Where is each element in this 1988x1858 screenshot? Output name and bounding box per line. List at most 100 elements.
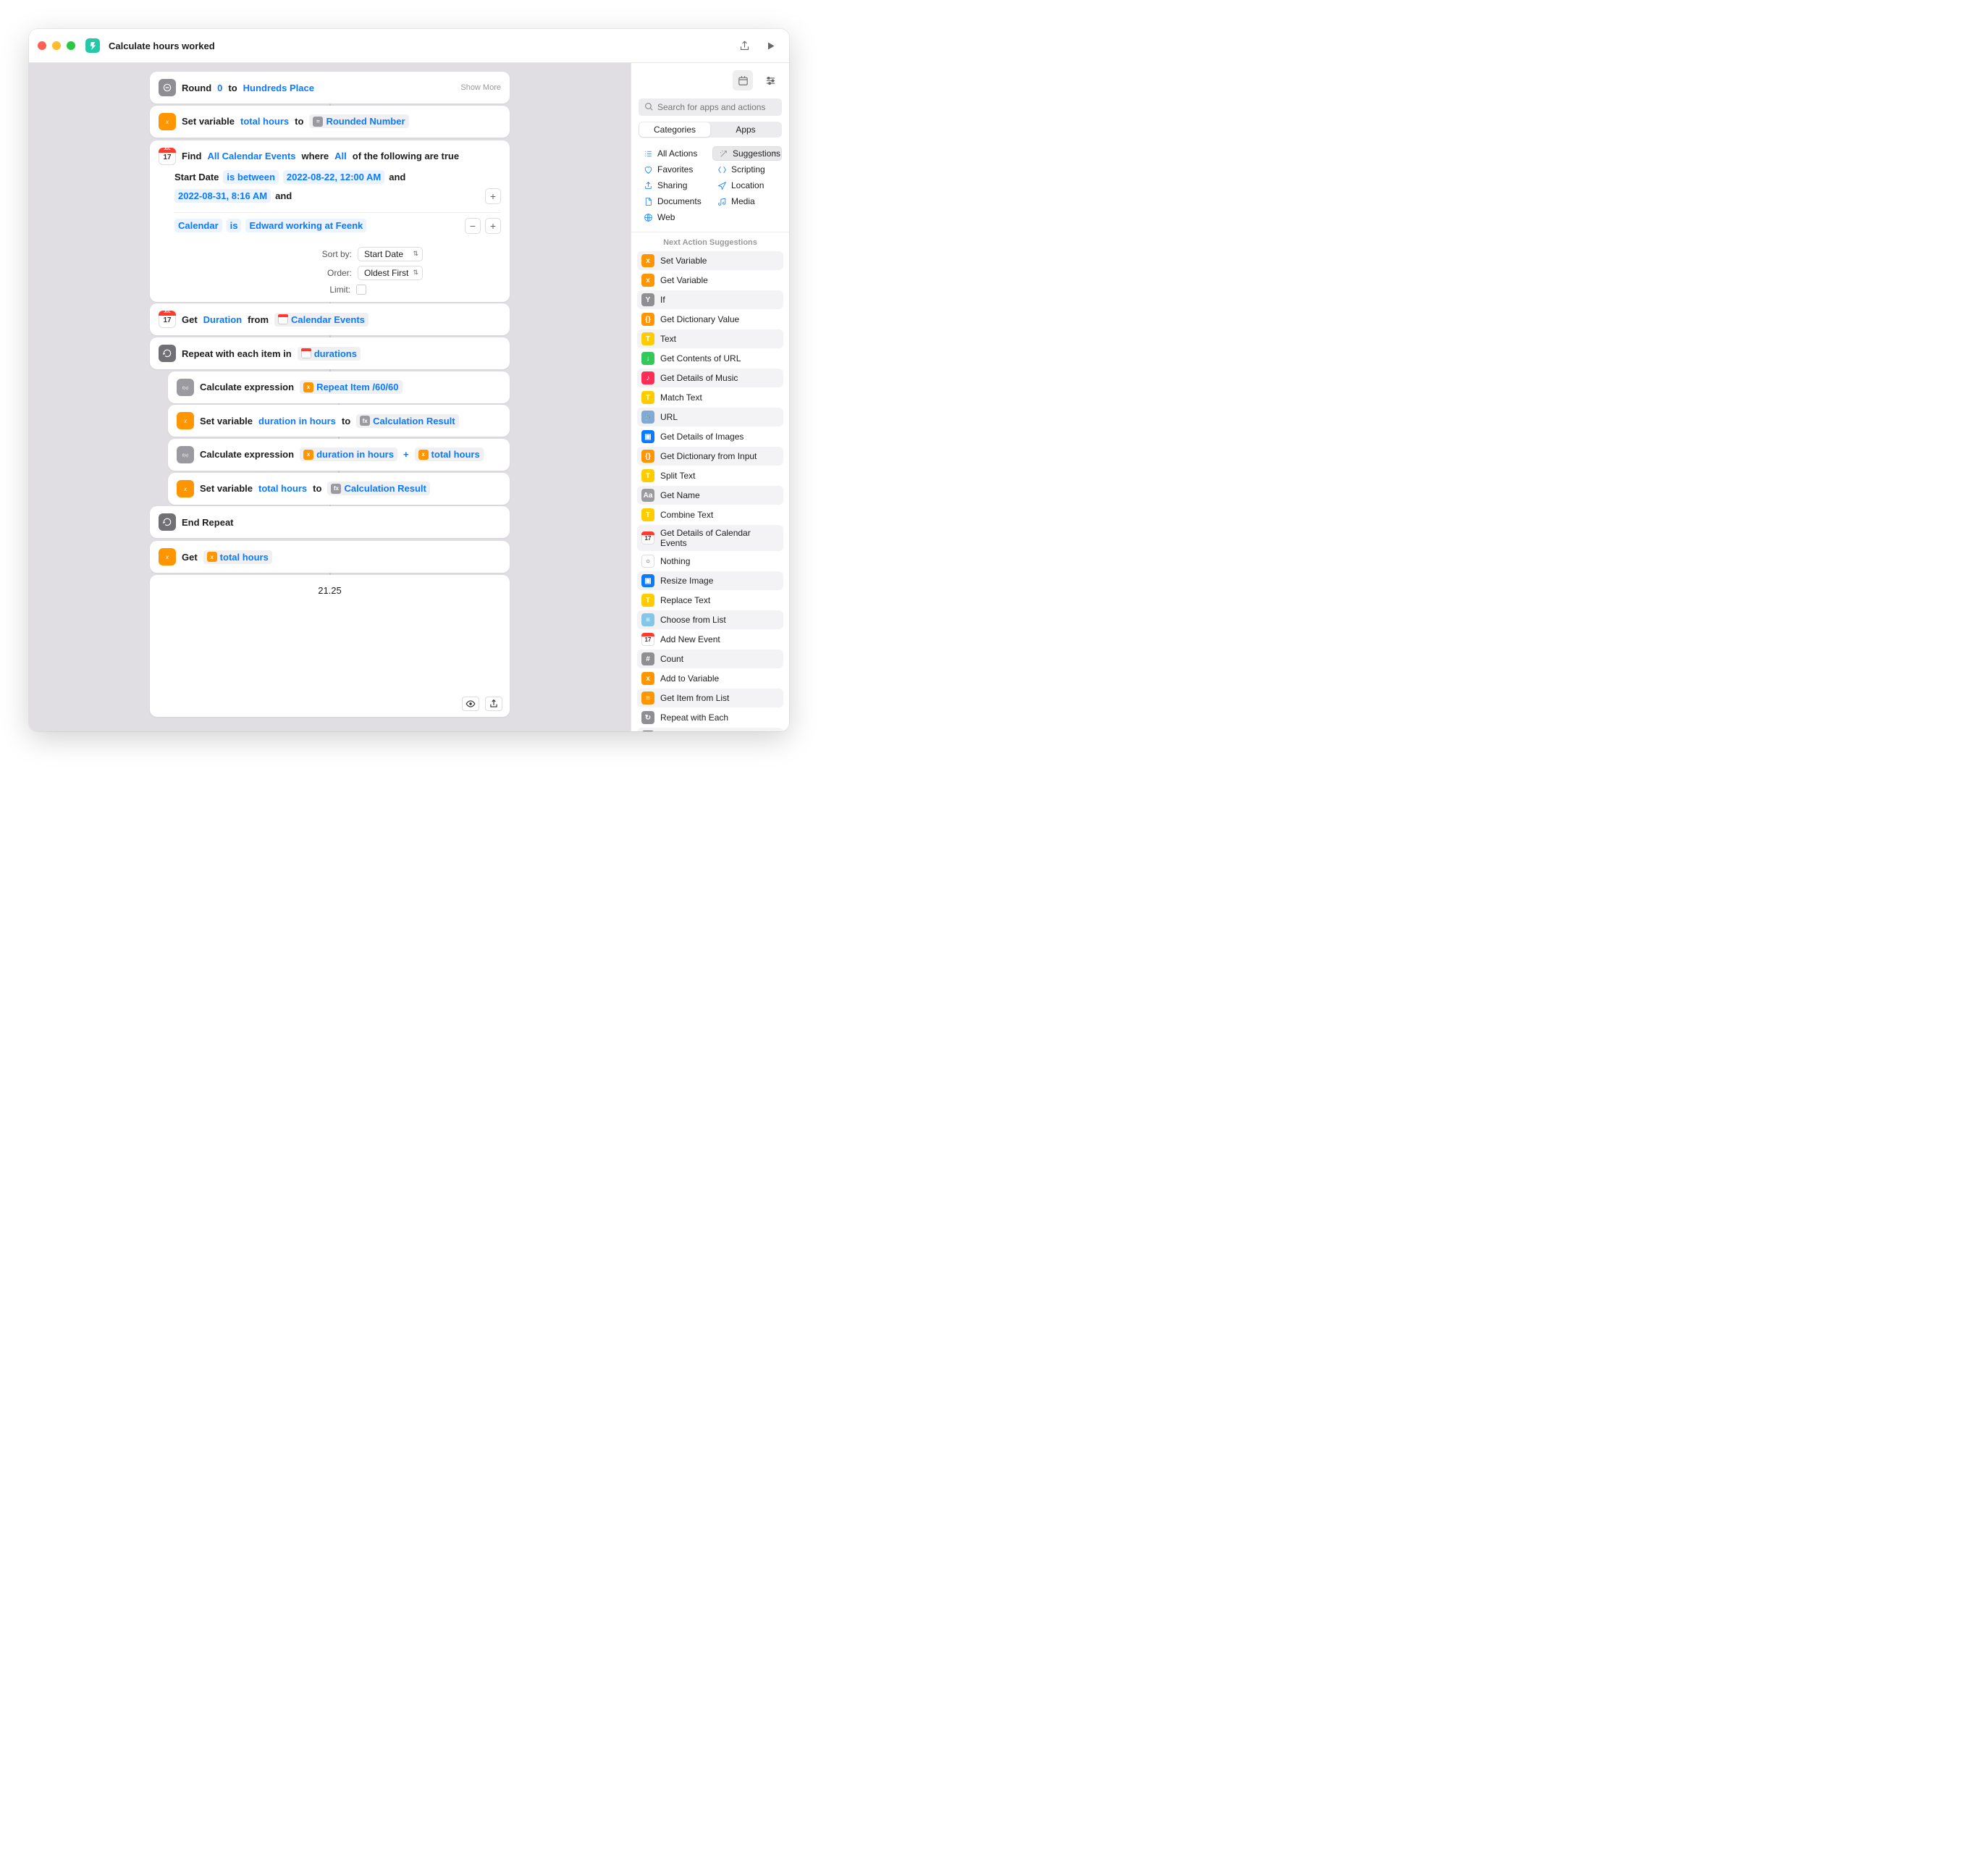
suggestion-nothing[interactable]: ○Nothing: [637, 552, 783, 571]
suggestion-get-details-of-images[interactable]: ▣Get Details of Images: [637, 427, 783, 446]
fx-icon: f(x): [177, 379, 194, 396]
limit-checkbox[interactable]: [356, 285, 366, 295]
library-sidebar: Categories Apps All Actions Suggestions Fa…: [631, 63, 789, 731]
variable-icon: x: [177, 412, 194, 429]
traffic-lights: [38, 41, 75, 50]
svg-text:x: x: [183, 485, 188, 492]
repeat-icon: [159, 513, 176, 531]
remove-filter[interactable]: −: [465, 218, 481, 234]
category-favorites[interactable]: Favorites: [639, 162, 708, 177]
suggestion-get-details-of-music[interactable]: ♪Get Details of Music: [637, 369, 783, 387]
expr[interactable]: xRepeat Item /60/60: [300, 380, 402, 394]
category-scripting[interactable]: Scripting: [712, 162, 782, 177]
output-panel: 21.25: [150, 575, 510, 717]
library-tabs: Categories Apps: [639, 122, 782, 138]
search-box: [639, 98, 782, 116]
calendar-icon: JUL: [159, 311, 176, 328]
suggestion-add-to-variable[interactable]: xAdd to Variable: [637, 669, 783, 688]
shortcut-icon: [85, 38, 100, 53]
category-all-actions[interactable]: All Actions: [639, 146, 708, 161]
variable-icon: x: [159, 113, 176, 130]
run-button[interactable]: [760, 35, 780, 56]
suggestion-choose-from-list[interactable]: ≡Choose from List: [637, 610, 783, 629]
titlebar: Calculate hours worked: [29, 29, 789, 63]
suggestion-get-variable[interactable]: xGet Variable: [637, 271, 783, 290]
category-web[interactable]: Web: [639, 210, 708, 224]
suggestion-text[interactable]: TText: [637, 329, 783, 348]
sort-select[interactable]: Start Date: [358, 247, 423, 261]
quicklook-button[interactable]: [462, 697, 479, 711]
category-sharing[interactable]: Sharing: [639, 178, 708, 193]
suggestions-header: Next Action Suggestions: [631, 232, 789, 251]
action-find-calendar[interactable]: JUL Find All Calendar Events where All o…: [150, 140, 510, 302]
svg-text:x: x: [165, 554, 169, 560]
calc-result-token[interactable]: fxCalculation Result: [356, 414, 458, 428]
suggestion-set-variable[interactable]: xSet Variable: [637, 251, 783, 270]
svg-text:x: x: [165, 119, 169, 125]
action-calculate[interactable]: f(x) Calculate expression xduration in h…: [168, 439, 510, 471]
action-set-variable[interactable]: x Set variable duration in hours to fxCa…: [168, 405, 510, 437]
suggestion-replace-text[interactable]: TReplace Text: [637, 591, 783, 610]
shortcuts-window: Calculate hours worked Round 0 to Hundre…: [29, 29, 789, 731]
zoom-window[interactable]: [67, 41, 75, 50]
category-location[interactable]: Location: [712, 178, 782, 193]
category-documents[interactable]: Documents: [639, 194, 708, 209]
suggestion-get-contents-of-url[interactable]: ↓Get Contents of URL: [637, 349, 783, 368]
suggestion-repeat-with-each[interactable]: ↻Repeat with Each: [637, 708, 783, 727]
action-round[interactable]: Round 0 to Hundreds Place Show More: [150, 72, 510, 104]
category-media[interactable]: Media: [712, 194, 782, 209]
category-grid: All Actions Suggestions Favorites Scripting…: [631, 143, 789, 232]
search-input[interactable]: [639, 98, 782, 116]
order-select[interactable]: Oldest First: [358, 266, 423, 280]
svg-text:f(x): f(x): [182, 453, 188, 458]
suggestion-count[interactable]: #Count: [637, 650, 783, 668]
durations-token[interactable]: durations: [298, 347, 361, 361]
round-icon: [159, 79, 176, 96]
suggestion-url[interactable]: 🔗URL: [637, 408, 783, 426]
action-end-repeat[interactable]: End Repeat: [150, 506, 510, 538]
share-output-button[interactable]: [485, 697, 502, 711]
svg-text:f(x): f(x): [182, 386, 188, 390]
category-suggestions[interactable]: Suggestions: [712, 146, 782, 161]
add-filter[interactable]: +: [485, 218, 501, 234]
suggestion-if[interactable]: YIf: [637, 290, 783, 309]
close-window[interactable]: [38, 41, 46, 50]
action-set-variable[interactable]: x Set variable total hours to ≈Rounded N…: [150, 106, 510, 138]
calendar-icon: JUL: [159, 148, 176, 165]
variable-icon: x: [177, 480, 194, 497]
suggestion-get-item-from-list[interactable]: ≡Get Item from List: [637, 689, 783, 707]
suggestion-get-dictionary-from-input[interactable]: {}Get Dictionary from Input: [637, 447, 783, 466]
suggestion-match-text[interactable]: TMatch Text: [637, 388, 783, 407]
action-get-variable[interactable]: x Get xtotal hours: [150, 541, 510, 573]
suggestion-combine-text[interactable]: TCombine Text: [637, 505, 783, 524]
action-get-duration[interactable]: JUL Get Duration from Calendar Events: [150, 303, 510, 335]
action-repeat[interactable]: Repeat with each item in durations: [150, 337, 510, 369]
share-button[interactable]: [734, 35, 754, 56]
workflow-canvas[interactable]: Round 0 to Hundreds Place Show More x Se…: [29, 63, 631, 731]
suggestion-get-details-of-calendar-events[interactable]: 17Get Details of Calendar Events: [637, 525, 783, 551]
tab-categories[interactable]: Categories: [639, 122, 710, 137]
suggestion-split-text[interactable]: TSplit Text: [637, 466, 783, 485]
library-toggle[interactable]: [733, 70, 753, 91]
output-value: 21.25: [150, 575, 510, 606]
show-more[interactable]: Show More: [460, 83, 501, 92]
settings-toggle[interactable]: [760, 70, 780, 91]
suggestion-get-name[interactable]: AaGet Name: [637, 486, 783, 505]
fx-icon: f(x): [177, 446, 194, 463]
calc-result-token[interactable]: fxCalculation Result: [327, 482, 429, 495]
calendar-events-token[interactable]: Calendar Events: [274, 313, 368, 327]
suggestion-get-dictionary-value[interactable]: {}Get Dictionary Value: [637, 310, 783, 329]
minimize-window[interactable]: [52, 41, 61, 50]
suggestion-add-new-event[interactable]: 17Add New Event: [637, 630, 783, 649]
action-set-variable[interactable]: x Set variable total hours to fxCalculat…: [168, 473, 510, 505]
suggestion-resize-image[interactable]: ▣Resize Image: [637, 571, 783, 590]
variable-icon: x: [159, 548, 176, 566]
suggestions-list: xSet VariablexGet VariableYIf{}Get Dicti…: [631, 251, 789, 731]
suggestion-mask-image[interactable]: ▣Mask Image: [637, 728, 783, 731]
rounded-number-token[interactable]: ≈Rounded Number: [309, 114, 408, 128]
svg-text:x: x: [183, 418, 188, 424]
action-calculate[interactable]: f(x) Calculate expression xRepeat Item /…: [168, 371, 510, 403]
window-title: Calculate hours worked: [109, 41, 215, 51]
add-filter[interactable]: +: [485, 188, 501, 204]
tab-apps[interactable]: Apps: [710, 122, 781, 137]
